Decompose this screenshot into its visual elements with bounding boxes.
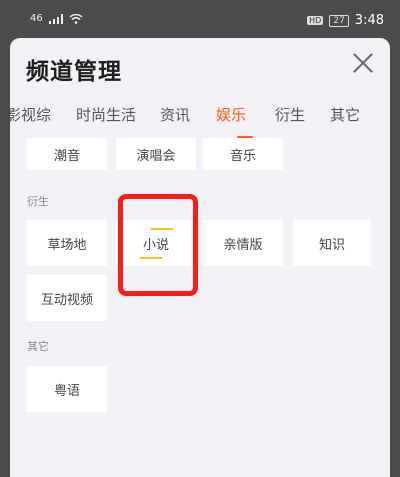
tab-news[interactable]: 资讯 xyxy=(160,104,190,125)
channel-music[interactable]: 音乐 xyxy=(203,138,283,170)
section-label-derivative: 衍生 xyxy=(27,195,49,208)
wifi-icon xyxy=(69,13,83,24)
hd-badge: HD xyxy=(307,16,324,25)
page-title: 频道管理 xyxy=(26,59,122,85)
channel-cantonese[interactable]: 粤语 xyxy=(27,366,107,412)
channel-knowledge[interactable]: 知识 xyxy=(293,220,371,266)
clock: 3:48 xyxy=(354,13,384,28)
channel-concert[interactable]: 演唱会 xyxy=(116,138,196,170)
tab-variety[interactable]: 影视综 xyxy=(10,104,51,125)
tab-entertainment[interactable]: 娱乐 xyxy=(216,104,246,125)
close-icon[interactable] xyxy=(352,52,374,74)
channel-interactive[interactable]: 互动视频 xyxy=(27,275,107,321)
status-left: 46 xyxy=(30,13,83,24)
status-right: HD 27 3:48 xyxy=(307,13,384,28)
category-tabs: 影视综 时尚生活 资讯 娱乐 衍生 其它 xyxy=(10,104,390,142)
signal-icon xyxy=(48,13,63,24)
tab-fashion[interactable]: 时尚生活 xyxy=(76,104,136,125)
section-label-other: 其它 xyxy=(27,340,49,353)
battery-icon: 27 xyxy=(329,14,349,27)
channel-caochangdi[interactable]: 草场地 xyxy=(27,220,107,266)
network-type: 46 xyxy=(30,13,43,24)
marker-top xyxy=(151,228,173,230)
tab-other[interactable]: 其它 xyxy=(330,104,360,125)
highlight-box xyxy=(118,194,198,296)
channel-manager-sheet: 频道管理 影视综 时尚生活 资讯 娱乐 衍生 其它 潮音 演唱会 音乐 衍生 草… xyxy=(10,38,390,477)
marker-bottom xyxy=(140,257,162,259)
tab-derivative[interactable]: 衍生 xyxy=(275,104,305,125)
channel-chaoyin[interactable]: 潮音 xyxy=(27,138,107,170)
channel-family[interactable]: 亲情版 xyxy=(203,220,283,266)
status-bar: 46 HD 27 3:48 xyxy=(0,0,400,38)
